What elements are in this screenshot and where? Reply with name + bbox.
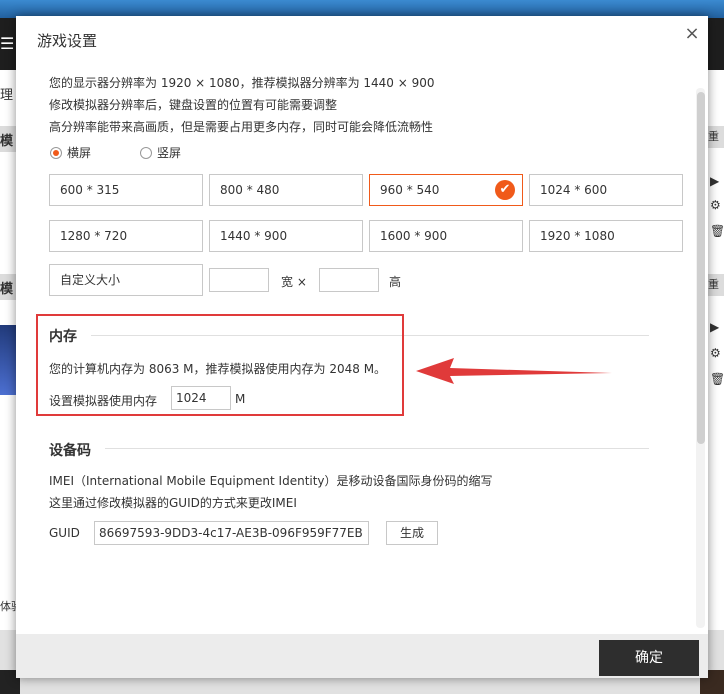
trash-icon[interactable]: 🗑 — [710, 372, 724, 386]
section-divider — [105, 448, 649, 449]
game-settings-dialog: 游戏设置 × 您的显示器分辨率为 1920 × 1080，推荐模拟器分辨率为 1… — [16, 16, 708, 678]
resolution-label: 1024 * 600 — [540, 183, 608, 197]
custom-height-input[interactable] — [319, 268, 379, 292]
resolution-option[interactable]: 800 * 480 — [209, 174, 363, 206]
bg-left-label: 理 — [0, 88, 14, 103]
resolution-option[interactable]: 600 * 315 — [49, 174, 203, 206]
bg-left-label: 模 — [0, 282, 14, 297]
close-icon[interactable]: × — [682, 24, 702, 44]
checkmark-icon: ✔ — [495, 180, 515, 200]
radio-portrait[interactable]: 竖屏 — [140, 144, 181, 161]
resolution-label: 600 * 315 — [60, 183, 120, 197]
bg-right-band: 重 — [708, 126, 724, 148]
resolution-option[interactable]: 1280 * 720 — [49, 220, 203, 252]
display-info-line: 您的显示器分辨率为 1920 × 1080，推荐模拟器分辨率为 1440 × 9… — [49, 76, 435, 90]
device-info-line: IMEI（International Mobile Equipment Iden… — [49, 474, 493, 488]
bg-right-band: 重 — [708, 274, 724, 296]
resolution-option[interactable]: 1920 * 1080 — [529, 220, 683, 252]
scrollbar-thumb[interactable] — [697, 92, 705, 444]
guid-input[interactable]: 86697593-9DD3-4c17-AE3B-096F959F77EB — [94, 521, 369, 545]
dialog-title: 游戏设置 — [37, 32, 98, 50]
bg-game-thumbnail — [0, 325, 16, 395]
radio-dot-icon — [140, 146, 152, 159]
radio-dot-icon — [50, 146, 62, 159]
device-section-title: 设备码 — [49, 443, 91, 459]
resolution-label: 1440 * 900 — [220, 229, 288, 243]
resolution-option[interactable]: 1024 * 600 — [529, 174, 683, 206]
bg-left-label: 模 — [0, 134, 14, 149]
resolution-option[interactable]: 1600 * 900 — [369, 220, 523, 252]
radio-landscape[interactable]: 横屏 — [50, 144, 91, 161]
trash-icon[interactable]: 🗑 — [710, 224, 724, 238]
resolution-label: 1600 * 900 — [380, 229, 448, 243]
guid-label: GUID — [49, 526, 80, 540]
background-left-panel: 理 模 模 体验 — [0, 70, 22, 630]
display-info-line: 修改模拟器分辨率后，键盘设置的位置有可能需要调整 — [49, 98, 338, 112]
background-right-panel: 重 ▶ ⚙ 🗑 重 ▶ ⚙ 🗑 — [708, 70, 724, 630]
bg-right-label: 重 — [708, 130, 719, 143]
resolution-label: 1920 * 1080 — [540, 229, 615, 243]
play-icon[interactable]: ▶ — [710, 320, 719, 334]
generate-button[interactable]: 生成 — [386, 521, 438, 545]
gear-icon[interactable]: ⚙ — [710, 198, 721, 212]
display-info-line: 高分辨率能带来高画质，但是需要占用更多内存，同时可能会降低流畅性 — [49, 120, 434, 134]
radio-label: 竖屏 — [157, 146, 182, 160]
annotation-highlight-box — [36, 314, 404, 416]
resolution-label: 960 * 540 — [380, 183, 440, 197]
height-unit-label: 高 — [389, 275, 402, 289]
ok-button[interactable]: 确定 — [599, 640, 699, 676]
device-info-line: 这里通过修改模拟器的GUID的方式来更改IMEI — [49, 496, 297, 510]
annotation-arrow-icon — [416, 358, 612, 384]
gear-icon[interactable]: ⚙ — [710, 346, 721, 360]
custom-size-option[interactable]: 自定义大小 — [49, 264, 203, 296]
resolution-option[interactable]: 1440 * 900 — [209, 220, 363, 252]
menu-icon[interactable]: ☰ — [0, 34, 14, 53]
resolution-label: 800 * 480 — [220, 183, 280, 197]
play-icon[interactable]: ▶ — [710, 174, 719, 188]
resolution-label: 1280 * 720 — [60, 229, 128, 243]
custom-size-label: 自定义大小 — [60, 273, 121, 287]
bg-right-label: 重 — [708, 278, 719, 291]
custom-width-input[interactable] — [209, 268, 269, 292]
radio-label: 横屏 — [67, 146, 92, 160]
width-unit-label: 宽 × — [281, 275, 307, 289]
resolution-option-selected[interactable]: 960 * 540 ✔ — [369, 174, 523, 206]
